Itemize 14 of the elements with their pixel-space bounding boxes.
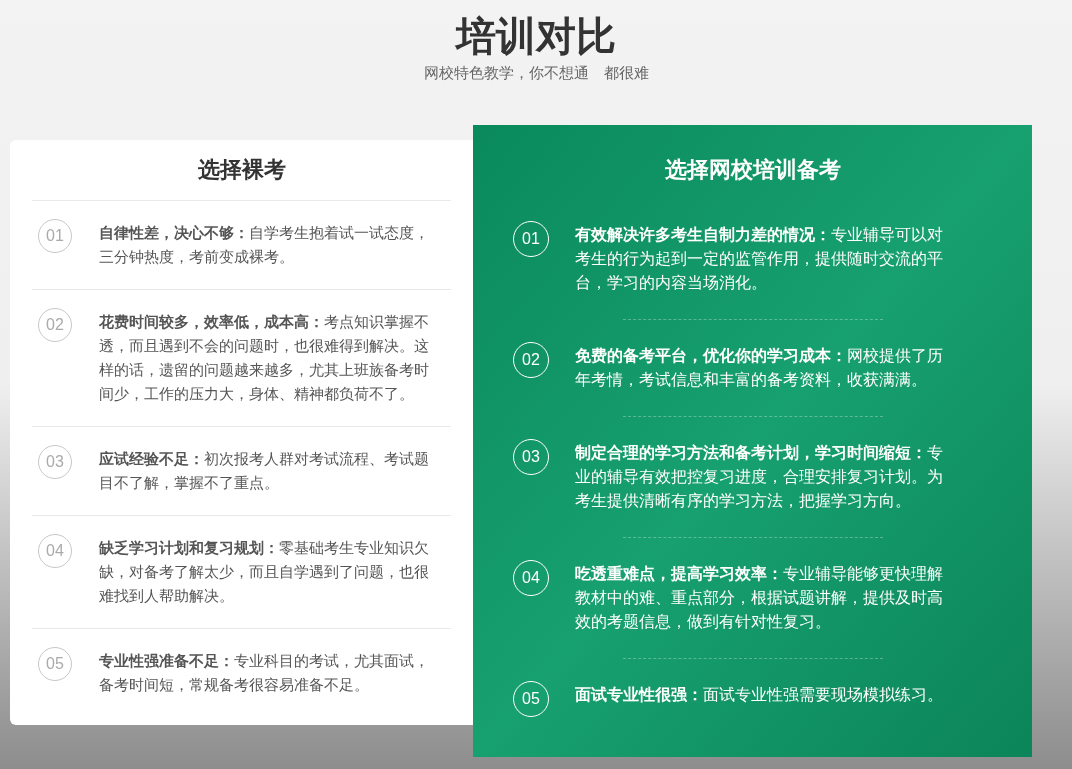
- item-text: 有效解决许多考生自制力差的情况：专业辅导可以对考生的行为起到一定的监管作用，提供随时交流的平台，学习的内容当场消化。: [575, 225, 944, 293]
- item-text: 免费的备考平台，优化你的学习成本：网校提供了历年考情，考试信息和丰富的备考资料，收获满满。: [575, 346, 944, 390]
- item-text: 自律性差，决心不够：自学考生抱着试一试态度，三分钟热度，考前变成裸考。: [99, 223, 429, 267]
- item-text: 面试专业性很强：面试专业性强需要现场模拟练习。: [575, 685, 944, 705]
- item-text: 吃透重难点，提高学习效率：专业辅导能够更快理解教材中的难、重点部分，根据试题讲解，提供及时高效的考题信息，做到有针对性复习。: [575, 564, 944, 632]
- item-text: 应试经验不足：初次报考人群对考试流程、考试题目不了解，掌握不了重点。: [99, 449, 429, 493]
- page-title: 培训对比: [456, 13, 616, 60]
- item-text: 花费时间较多，效率低，成本高：考点知识掌握不透，而且遇到不会的问题时，也很难得到解决。这样的话，遗留的问题越来越多，尤其上班族备考时间少，工作的压力大，身体、精神都负荷不了。: [99, 312, 429, 404]
- page-subtitle: 网校特色教学，你不想通 都很难: [423, 63, 649, 83]
- panel-title: 选择网校培训备考: [663, 156, 842, 184]
- item-text: 制定合理的学习方法和备考计划，学习时间缩短：专业的辅导有效把控复习进度，合理安排复习计划。为考生提供清晰有序的学习方法，把握学习方向。: [575, 443, 944, 511]
- item-text: 缺乏学习计划和复习规划：零基础考生专业知识欠缺，对备考了解太少，而且自学遇到了问题，也很难找到人帮助解决。: [99, 538, 429, 606]
- item-text: 专业性强准备不足：专业科目的考试，尤其面试，备考时间短，常规备考很容易准备不足。: [99, 651, 429, 695]
- panel-title: 选择裸考: [196, 156, 287, 184]
